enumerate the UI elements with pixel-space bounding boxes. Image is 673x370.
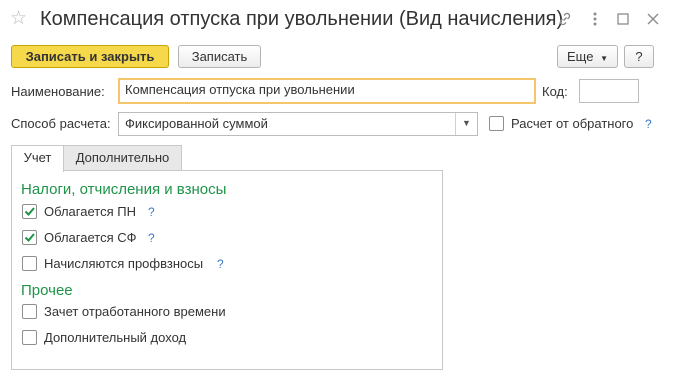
check-label: Облагается СФ (44, 230, 137, 245)
check-label: Дополнительный доход (44, 330, 187, 345)
more-button[interactable]: Еще ▼ (557, 45, 618, 68)
close-icon[interactable] (642, 8, 664, 30)
link-icon[interactable] (554, 8, 576, 30)
tab-additional[interactable]: Дополнительно (63, 145, 182, 171)
favorite-star-icon[interactable]: ☆ (10, 8, 32, 30)
code-field[interactable] (579, 79, 639, 103)
additional-income-checkbox[interactable] (22, 330, 37, 345)
maximize-icon[interactable] (612, 8, 634, 30)
help-icon[interactable]: ? (217, 256, 224, 272)
income-tax-checkbox[interactable] (22, 204, 37, 219)
method-select[interactable]: Фиксированной суммой ▼ (118, 112, 478, 136)
method-label: Способ расчета: (11, 116, 111, 131)
check-label: Облагается ПН (44, 204, 136, 219)
check-row: Дополнительный доход (22, 330, 382, 348)
more-button-label: Еще (567, 49, 594, 64)
method-select-value: Фиксированной суммой (125, 116, 268, 131)
help-icon[interactable]: ? (148, 204, 155, 220)
help-icon[interactable]: ? (148, 230, 155, 246)
help-button[interactable]: ? (624, 45, 654, 68)
trade-union-fees-checkbox[interactable] (22, 256, 37, 271)
check-row: Начисляются профвзносы ? (22, 256, 382, 274)
more-vertical-icon[interactable] (584, 8, 606, 30)
reverse-calc-help-icon[interactable]: ? (645, 116, 652, 132)
check-label: Начисляются профвзносы (44, 256, 204, 271)
name-field[interactable]: Компенсация отпуска при увольнении (118, 78, 536, 104)
social-fund-checkbox[interactable] (22, 230, 37, 245)
check-label: Зачет отработанного времени (44, 304, 226, 319)
check-row: Облагается ПН ? (22, 204, 382, 222)
reverse-calc-label: Расчет от обратного (511, 116, 634, 131)
name-label: Наименование: (11, 84, 105, 99)
section-other-title: Прочее (21, 282, 73, 299)
save-button[interactable]: Записать (178, 45, 261, 68)
worked-time-credit-checkbox[interactable] (22, 304, 37, 319)
reverse-calc-checkbox[interactable] (489, 116, 504, 131)
checkmark-icon (24, 207, 35, 216)
check-row: Зачет отработанного времени (22, 304, 382, 322)
code-label: Код: (542, 84, 568, 99)
chevron-down-icon: ▼ (600, 54, 608, 63)
checkmark-icon (24, 233, 35, 242)
save-and-close-button[interactable]: Записать и закрыть (11, 45, 169, 68)
chevron-down-icon[interactable]: ▼ (455, 113, 477, 135)
section-taxes-title: Налоги, отчисления и взносы (21, 181, 227, 198)
check-row: Облагается СФ ? (22, 230, 382, 248)
tab-accounting[interactable]: Учет (11, 145, 64, 172)
window-title: Компенсация отпуска при увольнении (Вид … (40, 8, 564, 30)
